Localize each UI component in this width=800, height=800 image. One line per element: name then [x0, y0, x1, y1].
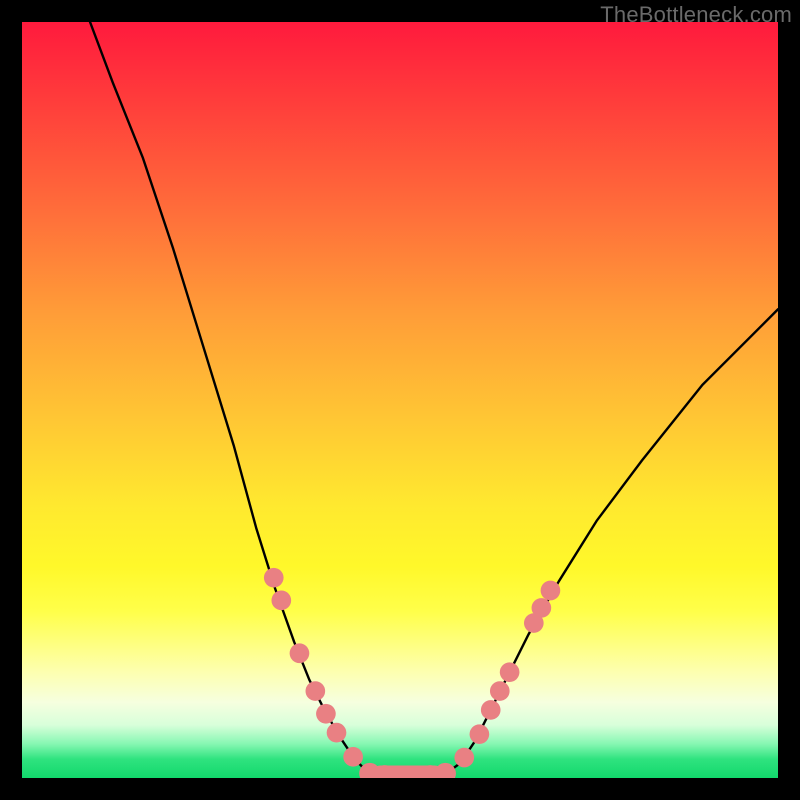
marker-dot: [264, 568, 284, 588]
marker-dot: [481, 700, 501, 720]
chart-svg: [22, 22, 778, 778]
plot-area: [22, 22, 778, 778]
valley-marker: [359, 763, 456, 778]
marker-dot: [271, 591, 291, 611]
marker-dot: [327, 723, 347, 743]
left-branch-markers: [264, 568, 363, 767]
marker-dot: [541, 581, 561, 601]
marker-dot: [470, 724, 490, 744]
watermark-text: TheBottleneck.com: [600, 2, 792, 28]
marker-dot: [306, 681, 326, 701]
bottleneck-curve: [90, 22, 778, 778]
marker-dot: [343, 747, 363, 767]
marker-dot: [532, 598, 552, 618]
marker-dot: [490, 681, 510, 701]
marker-dot: [290, 643, 310, 663]
marker-dot: [454, 748, 474, 768]
marker-dot: [316, 704, 336, 724]
marker-dot: [500, 662, 520, 682]
marker-dot: [435, 763, 456, 778]
right-branch-markers: [454, 581, 560, 768]
